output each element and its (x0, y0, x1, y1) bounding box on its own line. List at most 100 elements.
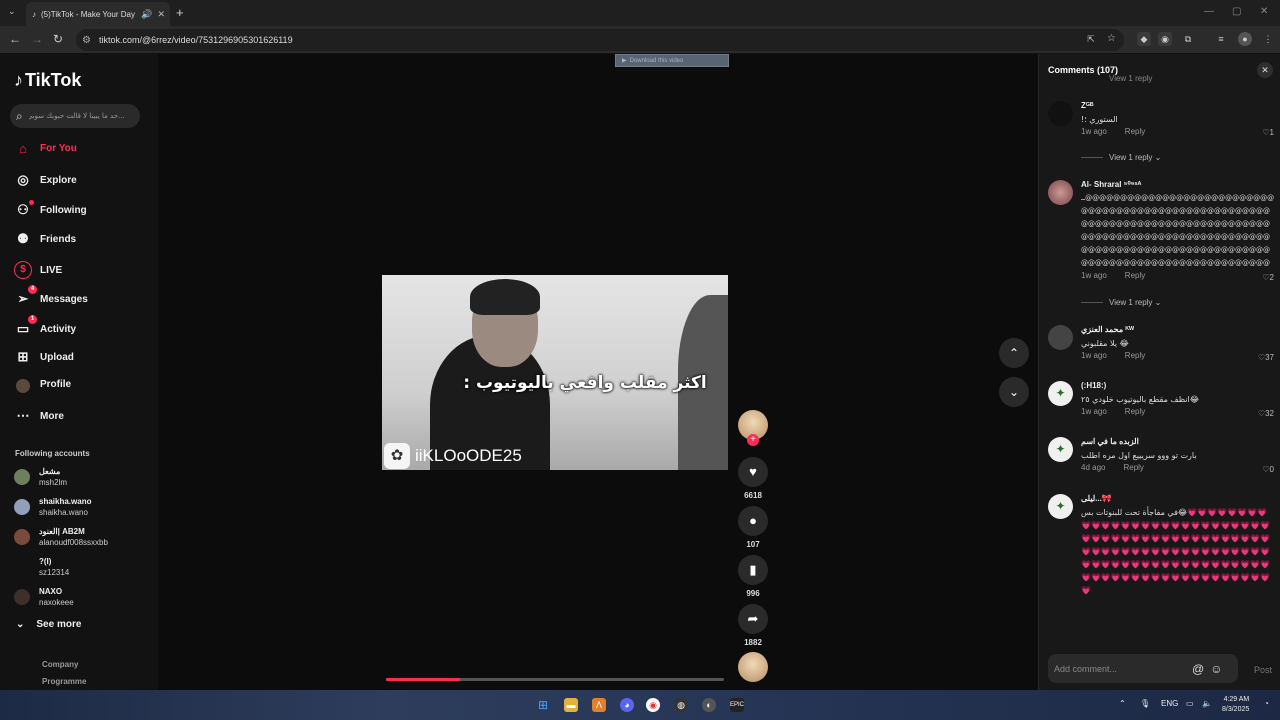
cast-icon[interactable]: ⇱ (1084, 32, 1098, 46)
view-reply-button[interactable]: View 1 reply ⌄ (1081, 298, 1161, 307)
chrome-icon[interactable]: ◉ (646, 698, 660, 712)
url-field[interactable]: ⚙ tiktok.com/@6rrez/video/75312969053016… (76, 29, 1124, 51)
footer-programme-link[interactable]: Programme (42, 677, 86, 686)
tab-search-icon[interactable]: ⌄ (8, 6, 16, 17)
nav-more[interactable]: ⋯ More (14, 408, 64, 424)
nav-for-you[interactable]: ⌂ For You (14, 141, 77, 156)
site-info-icon[interactable]: ⚙ (82, 35, 91, 46)
media-icon[interactable]: ≡ (1214, 32, 1228, 46)
app-icon-2[interactable]: ◍ (674, 698, 688, 712)
clock[interactable]: 4:29 AM 8/3/2025 (1222, 695, 1249, 715)
file-explorer-icon[interactable]: ▬ (564, 698, 578, 712)
network-icon[interactable]: ▭ (1186, 699, 1194, 708)
reply-button[interactable]: Reply (1123, 463, 1143, 472)
post-button[interactable]: Post (1254, 665, 1272, 675)
add-comment-box[interactable]: @ ☺ (1048, 654, 1238, 683)
comment-like[interactable]: ♡2 (1262, 273, 1274, 282)
maximize-icon[interactable]: ▢ (1232, 6, 1241, 17)
avatar[interactable] (1048, 180, 1073, 205)
reply-button[interactable]: Reply (1125, 351, 1145, 360)
forward-icon[interactable]: → (31, 32, 43, 46)
nav-upload[interactable]: ⊞ Upload (14, 349, 74, 365)
save-button[interactable]: ▮ 996 (738, 555, 768, 598)
app-icon[interactable]: Λ (592, 698, 606, 712)
search-box[interactable]: ⌕ (10, 104, 140, 128)
browser-tab[interactable]: ♪ (5)TikTok - Make Your Day 🔊 ✕ (26, 2, 170, 26)
reply-button[interactable]: Reply (1125, 271, 1145, 280)
saudi-emblem-avatar[interactable]: ✦ (1048, 381, 1073, 406)
tiktok-logo[interactable]: ♪ TikTok (14, 70, 81, 91)
following-account[interactable]: shaikha.wano shaikha.wano (14, 496, 91, 518)
search-icon[interactable]: ⌕ (16, 109, 23, 124)
discord-icon[interactable]: ◕ (620, 698, 634, 712)
following-account[interactable]: العنود| AB2M alanoudf008ssxxbb (14, 526, 108, 548)
comment-user[interactable]: ليلى...🎀 (1081, 494, 1275, 506)
following-account[interactable]: NAXO naxokeee (14, 586, 74, 608)
comment-button[interactable]: ● 107 (738, 506, 768, 549)
epic-games-icon[interactable]: EPIC (730, 698, 744, 712)
minimize-icon[interactable]: — (1204, 6, 1214, 17)
comment-like[interactable]: ♡32 (1258, 409, 1274, 418)
extensions-puzzle-icon[interactable]: ⧉ (1181, 32, 1195, 46)
nav-explore[interactable]: ◎ Explore (14, 172, 76, 188)
video-progress-bar[interactable] (386, 678, 724, 681)
browser-menu-icon[interactable]: ⋮ (1261, 32, 1275, 46)
nav-friends[interactable]: ⚉ Friends (14, 231, 76, 247)
video-player[interactable]: اكثر مقلب واقعي باليوتيوب : ✿ iiKLOoODE2… (382, 275, 728, 470)
tab-close-icon[interactable]: ✕ (157, 9, 165, 20)
steam-icon[interactable]: ◐ (702, 698, 716, 712)
emoji-icon[interactable]: ☺ (1210, 662, 1222, 676)
comment-user[interactable]: محمد العنزي ᴷᵂ (1081, 325, 1275, 337)
footer-company-link[interactable]: Company (42, 660, 78, 669)
view-reply-button[interactable]: View 1 reply ⌄ (1081, 153, 1161, 162)
comment-like[interactable]: ♡0 (1262, 465, 1274, 474)
like-button[interactable]: ♥ 6618 (738, 457, 768, 500)
saudi-emblem-avatar[interactable]: ✦ (1048, 494, 1073, 519)
reload-icon[interactable]: ↻ (53, 32, 63, 46)
nav-messages[interactable]: ➢ 4 Messages (14, 285, 88, 307)
comment-like[interactable]: ♡37 (1258, 353, 1274, 362)
close-comments-icon[interactable]: ✕ (1257, 62, 1273, 78)
bookmark-star-icon[interactable]: ☆ (1107, 33, 1116, 44)
profile-avatar-icon[interactable]: ● (1238, 32, 1252, 46)
comment-user[interactable]: Al- Shraral ⁵⁰⁹ˢᴬ (1081, 180, 1275, 192)
avatar[interactable] (1048, 101, 1073, 126)
mention-icon[interactable]: @ (1192, 662, 1204, 676)
microphone-icon[interactable]: 🎙 (1140, 699, 1150, 708)
see-more-button[interactable]: ⌄ See more (16, 619, 81, 630)
avatar[interactable] (1048, 325, 1073, 350)
tray-overflow-icon[interactable]: ⌃ (1119, 699, 1126, 708)
download-video-banner[interactable]: ▶ Download this video (615, 54, 729, 67)
notification-icon[interactable]: ◔ (1264, 699, 1269, 708)
following-account[interactable]: ?(I) sz12314 (14, 556, 69, 578)
share-button[interactable]: ➦ 1882 (738, 604, 768, 647)
volume-icon[interactable]: 🔈 (1202, 699, 1212, 708)
follow-plus-icon[interactable]: + (747, 434, 759, 446)
view-reply-button[interactable]: View 1 reply (1109, 74, 1152, 83)
comment-user[interactable]: Zᴳᴮ (1081, 101, 1275, 113)
reply-button[interactable]: Reply (1125, 127, 1145, 136)
windows-start-icon[interactable]: ⊞ (536, 698, 550, 712)
nav-following[interactable]: ⚇ Following (14, 200, 87, 218)
speaker-icon[interactable]: 🔊 (141, 9, 152, 20)
following-account[interactable]: مشعل msh2lm (14, 466, 67, 488)
creator-avatar[interactable]: + (738, 410, 768, 446)
comment-like[interactable]: ♡1 (1262, 128, 1274, 137)
reply-button[interactable]: Reply (1125, 407, 1145, 416)
window-close-icon[interactable]: ✕ (1260, 6, 1268, 17)
add-comment-input[interactable] (1054, 663, 1186, 674)
music-disc-avatar[interactable] (738, 652, 768, 682)
language-indicator[interactable]: ENG (1161, 699, 1178, 708)
new-tab-icon[interactable]: + (176, 5, 184, 20)
nav-profile[interactable]: Profile (14, 377, 71, 393)
nav-live[interactable]: $ LIVE (14, 261, 62, 279)
comment-user[interactable]: (:H18:) (1081, 381, 1275, 393)
next-video-button[interactable]: ⌄ (999, 377, 1029, 407)
back-icon[interactable]: ← (9, 32, 21, 46)
extension-icon[interactable]: ◆ (1137, 32, 1151, 46)
extension-icon-2[interactable]: ◉ (1158, 32, 1172, 46)
nav-activity[interactable]: ▭ 1 Activity (14, 315, 76, 337)
comment-user[interactable]: الزبده ما في اسم (1081, 437, 1275, 449)
search-input[interactable] (28, 112, 125, 120)
previous-video-button[interactable]: ⌃ (999, 338, 1029, 368)
